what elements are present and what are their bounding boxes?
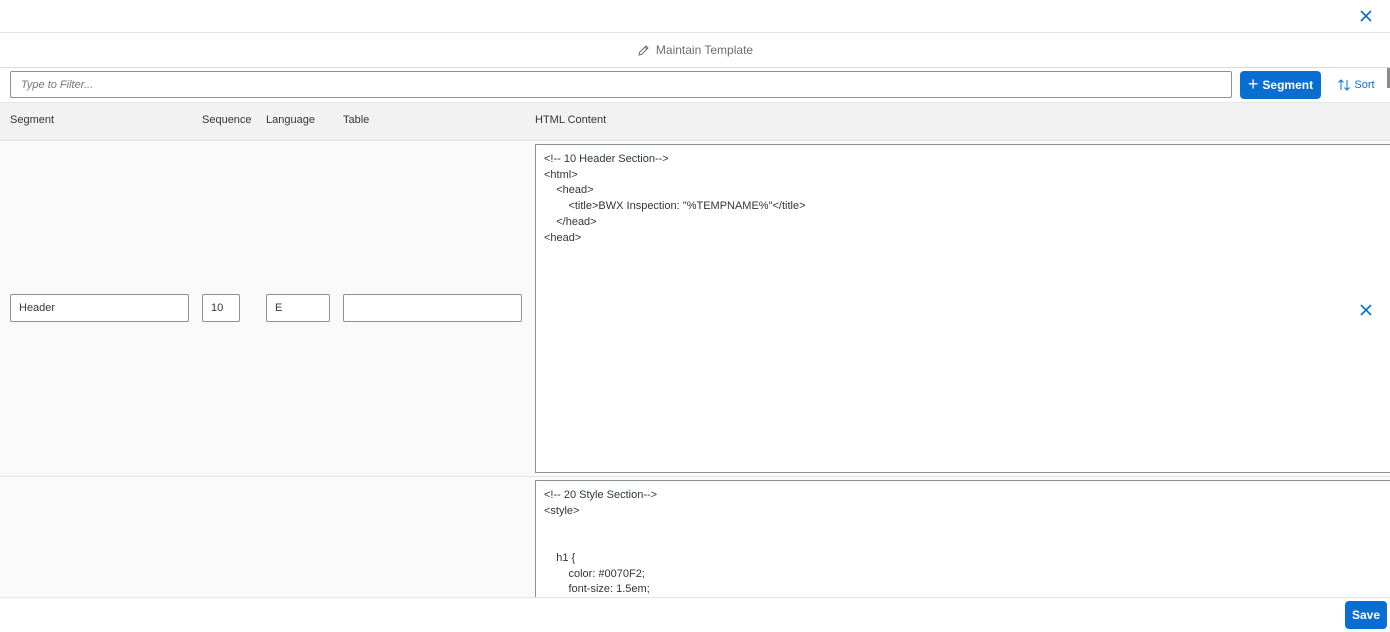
filter-input[interactable] [10,71,1232,98]
table-row: <!-- 20 Style Section--> <style> h1 { co… [0,477,1390,599]
table-row: <!-- 10 Header Section--> <html> <head> … [0,141,1390,477]
sort-icon [1338,79,1351,91]
sequence-input[interactable] [202,294,240,322]
table-header: Segment Sequence Language Table HTML Con… [0,103,1390,141]
save-button[interactable]: Save [1345,601,1387,629]
sort-label: Sort [1354,79,1375,91]
table-input[interactable] [343,294,522,322]
dialog-title: Maintain Template [655,43,754,57]
column-header-segment: Segment [10,114,55,126]
column-header-language: Language [266,114,315,126]
column-header-sequence: Sequence [202,114,252,126]
column-header-html-content: HTML Content [535,114,607,126]
dialog-title-bar: Maintain Template [0,33,1390,68]
html-content-textarea[interactable]: <!-- 20 Style Section--> <style> h1 { co… [535,480,1390,598]
add-segment-button[interactable]: + Segment [1240,71,1321,99]
toolbar: + Segment Sort [0,68,1390,103]
plus-icon: + [1247,74,1259,94]
dialog-topbar [0,0,1390,33]
language-input[interactable] [266,294,330,322]
close-icon[interactable] [1356,6,1376,26]
dialog-footer: Save [0,597,1390,632]
sort-button[interactable]: Sort [1330,71,1382,99]
segment-input[interactable] [10,294,189,322]
html-content-textarea[interactable]: <!-- 10 Header Section--> <html> <head> … [535,144,1390,473]
delete-row-icon[interactable] [1356,300,1376,320]
column-header-table: Table [343,114,370,126]
pencil-icon [638,44,649,56]
add-segment-label: Segment [1262,78,1314,92]
